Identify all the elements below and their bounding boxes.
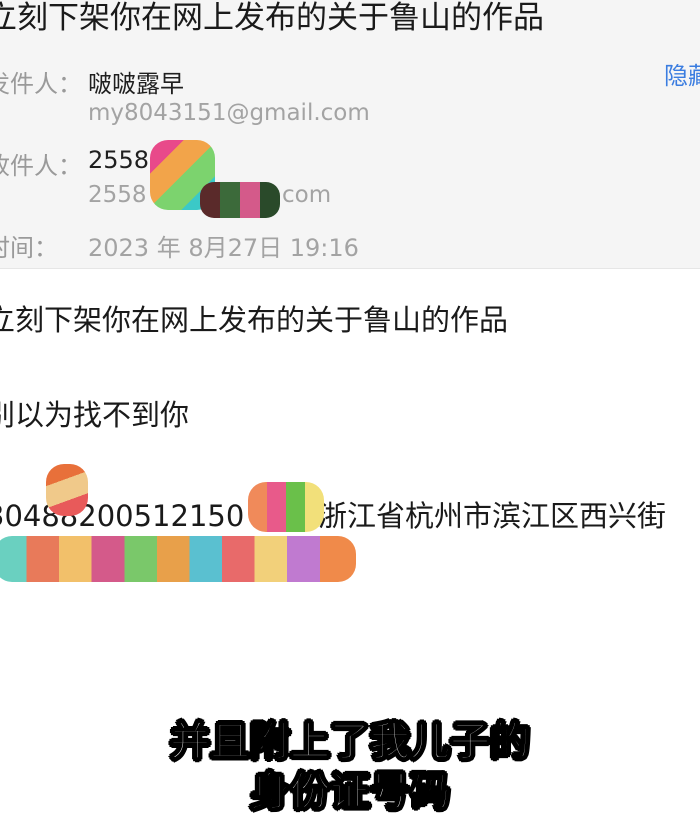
redaction-mosaic-recipient-2 bbox=[200, 182, 280, 218]
redaction-mosaic-id-end bbox=[248, 482, 324, 532]
time-label: 时间： bbox=[0, 234, 58, 262]
video-caption-line-1: 并且附上了我儿子的 bbox=[169, 718, 531, 766]
recipient-email-prefix: 2558 bbox=[88, 182, 147, 208]
from-label: 发件人： bbox=[0, 70, 82, 98]
body-line-2: 别以为找不到你 bbox=[0, 398, 190, 432]
redaction-mosaic-address-line bbox=[0, 536, 356, 582]
recipient-name: 2558 bbox=[88, 146, 150, 174]
body-id-number: 30488200512150 bbox=[0, 499, 245, 533]
sent-time: 2023 年 8月27日 19:16 bbox=[88, 234, 359, 262]
redaction-mosaic-id-top bbox=[46, 464, 88, 516]
hide-details-link[interactable]: 隐藏 bbox=[664, 56, 700, 91]
body-address: 浙江省杭州市滨江区西兴街 bbox=[318, 499, 667, 533]
video-caption-line-2: 身份证号码 bbox=[249, 768, 451, 816]
sender-name: 啵啵露早 bbox=[88, 70, 184, 98]
recipient-email-suffix: com bbox=[282, 182, 332, 208]
to-label: 收件人： bbox=[0, 152, 82, 180]
header-divider bbox=[0, 268, 700, 269]
sender-email: my8043151@gmail.com bbox=[88, 100, 370, 126]
body-line-1: 立刻下架你在网上发布的关于鲁山的作品 bbox=[0, 303, 509, 337]
email-subject: 立刻下架你在网上发布的关于鲁山的作品 bbox=[0, 0, 544, 36]
